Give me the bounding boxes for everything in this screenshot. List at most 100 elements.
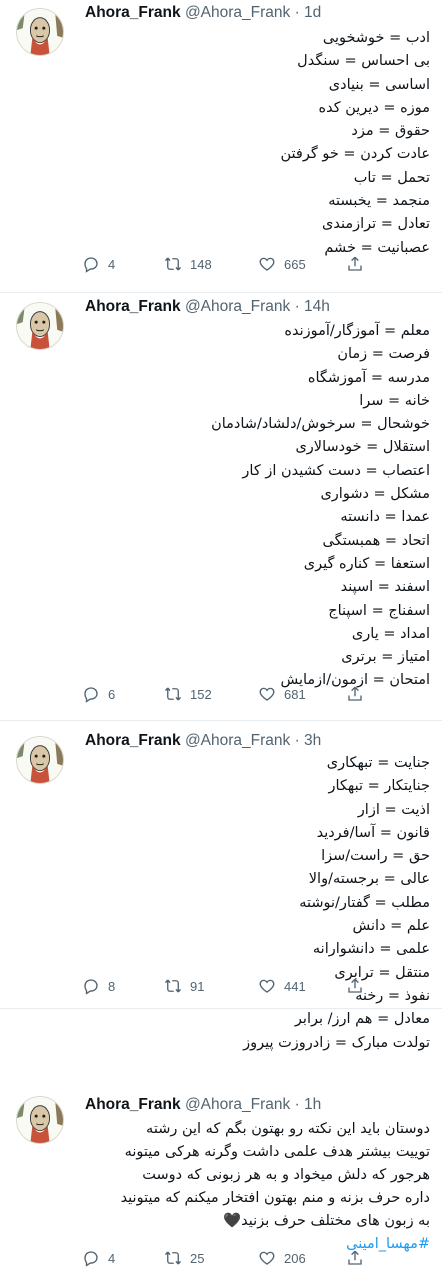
tweet-line: ادب = خوشخویی xyxy=(322,30,430,46)
tweet-actions: 4 148 665 xyxy=(82,253,382,275)
author-name[interactable]: Ahora_Frank xyxy=(85,298,181,315)
tweet-header: Ahora_Frank @Ahora_Frank · 3h xyxy=(85,730,432,752)
reply-count: 6 xyxy=(108,686,116,702)
retweet-count: 152 xyxy=(190,686,212,702)
reply-count: 8 xyxy=(108,978,116,994)
tweet-header: Ahora_Frank @Ahora_Frank · 14h xyxy=(85,296,432,318)
reply-icon xyxy=(84,1251,98,1267)
share-button[interactable] xyxy=(346,1247,372,1269)
retweet-button[interactable]: 148 xyxy=(164,253,212,275)
heart-icon xyxy=(259,979,275,993)
tweet-line: اساسی = بنیادی xyxy=(328,76,430,93)
tweet-line: جنایتکار = تبهکار xyxy=(328,778,431,795)
tweet-line: اتحاد = همبستگی xyxy=(322,532,430,549)
tweet-actions: 6 152 681 xyxy=(82,683,382,705)
avatar[interactable] xyxy=(16,736,64,784)
like-count: 665 xyxy=(284,256,306,272)
tweet-line: هرجور که دلش میخواد و به هر زبونی که دوس… xyxy=(142,1167,430,1183)
like-count: 206 xyxy=(284,1250,306,1266)
share-icon xyxy=(348,1250,362,1265)
tweet-line: خانه = سرا xyxy=(359,392,430,409)
tweet-line: اسفناج = اسپناج xyxy=(328,602,430,619)
share-icon xyxy=(348,686,362,701)
share-icon xyxy=(348,256,362,271)
retweet-icon xyxy=(164,257,182,271)
tweet-text: ادب = خوشخویی بی احساس = سنگدل اساسی = ب… xyxy=(85,27,430,260)
tweet-line: معادل = هم ارز/ برابر xyxy=(294,1011,430,1028)
tweet-actions: 4 25 206 xyxy=(82,1247,382,1269)
retweet-button[interactable]: 152 xyxy=(164,683,212,705)
reply-icon xyxy=(84,687,98,703)
author-name[interactable]: Ahora_Frank xyxy=(85,1096,181,1113)
tweet-line: به زبون های مختلف حرف بزنید🖤 xyxy=(223,1213,430,1229)
retweet-count: 148 xyxy=(190,256,212,272)
heart-icon xyxy=(259,1251,275,1265)
tweet-line: مشکل = دشواری xyxy=(320,486,430,503)
avatar-illustration-icon xyxy=(17,737,63,783)
share-button[interactable] xyxy=(346,683,372,705)
like-button[interactable]: 681 xyxy=(258,683,306,705)
tweet-line: جنایت = تبهکاری xyxy=(326,755,430,771)
tweet-line: اسفند = اسپند xyxy=(340,579,430,596)
tweet-line: بی احساس = سنگدل xyxy=(297,53,430,70)
tweet-line: مطلب = گفتار/نوشته xyxy=(299,894,430,911)
share-button[interactable] xyxy=(346,253,372,275)
tweet-line: استعفا = کناره گیری xyxy=(303,555,430,572)
reply-button[interactable]: 4 xyxy=(82,1247,115,1269)
tweet-line: استقلال = خودسالاری xyxy=(295,439,430,456)
tweet-2[interactable]: Ahora_Frank @Ahora_Frank · 14h معلم = آم… xyxy=(0,294,442,721)
tweet-line: امداد = یاری xyxy=(351,625,430,642)
avatar[interactable] xyxy=(16,1096,64,1144)
heart-icon xyxy=(259,687,275,701)
author-handle-time[interactable]: @Ahora_Frank · 14h xyxy=(185,298,330,315)
tweet-line: تحمل = تاب xyxy=(353,169,430,186)
tweet-line: مدرسه = آموزشگاه xyxy=(307,369,430,386)
tweet-text: جنایت = تبهکاری جنایتکار = تبهکار اذیت =… xyxy=(85,752,430,1055)
like-button[interactable]: 441 xyxy=(258,975,306,997)
reply-icon xyxy=(84,979,98,995)
tweet-line: خوشحال = سرخوش/دلشاد/شادمان xyxy=(211,416,430,433)
author-name[interactable]: Ahora_Frank xyxy=(85,4,181,21)
like-button[interactable]: 665 xyxy=(258,253,306,275)
tweet-line: اعتصاب = دست کشیدن از کار xyxy=(242,462,430,479)
reply-button[interactable]: 8 xyxy=(82,975,115,997)
tweet-line: توییت بیشتر هدف علمی داشت وگرنه هرکی میت… xyxy=(124,1144,430,1160)
author-handle-time[interactable]: @Ahora_Frank · 3h xyxy=(185,732,321,749)
retweet-button[interactable]: 25 xyxy=(164,1247,204,1269)
tweet-line: علمی = دانشوارانه xyxy=(312,941,430,958)
tweet-3[interactable]: Ahora_Frank @Ahora_Frank · 3h جنایت = تب… xyxy=(0,728,442,1051)
tweet-line: امتیاز = برتری xyxy=(341,649,430,666)
tweet-line: اذیت = ازار xyxy=(357,801,430,818)
tweet-line: دوستان باید این نکته رو بهتون بگم که این… xyxy=(146,1121,430,1137)
retweet-icon xyxy=(164,1251,182,1265)
avatar[interactable] xyxy=(16,8,64,56)
reply-button[interactable]: 6 xyxy=(82,683,115,705)
reply-icon xyxy=(84,257,98,273)
heart-icon xyxy=(259,257,275,271)
author-handle-time[interactable]: @Ahora_Frank · 1h xyxy=(185,1096,321,1113)
reply-count: 4 xyxy=(108,1250,116,1266)
reply-count: 4 xyxy=(108,256,116,272)
tweet-line: حقوق = مزد xyxy=(351,123,430,140)
retweet-icon xyxy=(164,687,182,701)
avatar-illustration-icon xyxy=(17,9,63,55)
tweet-line: تولدت مبارک = زادروزت پیروز xyxy=(243,1034,430,1051)
reply-button[interactable]: 4 xyxy=(82,253,115,275)
author-handle-time[interactable]: @Ahora_Frank · 1d xyxy=(185,4,321,21)
tweet-4[interactable]: Ahora_Frank @Ahora_Frank · 1h دوستان بای… xyxy=(0,1090,442,1280)
tweet-header: Ahora_Frank @Ahora_Frank · 1d xyxy=(85,2,432,24)
tweet-line: تعادل = ترازمندی xyxy=(322,216,430,233)
like-button[interactable]: 206 xyxy=(258,1247,306,1269)
avatar[interactable] xyxy=(16,302,64,350)
tweet-line: علم = دانش xyxy=(352,918,430,935)
tweet-1[interactable]: Ahora_Frank @Ahora_Frank · 1d ادب = خوشخ… xyxy=(0,0,442,293)
tweet-line: منجمد = یخبسته xyxy=(328,193,430,210)
tweet-line: فرصت = زمان xyxy=(337,346,430,363)
tweet-line: حق = راست/سزا xyxy=(321,848,430,865)
author-name[interactable]: Ahora_Frank xyxy=(85,732,181,749)
retweet-button[interactable]: 91 xyxy=(164,975,204,997)
retweet-icon xyxy=(164,979,182,993)
tweet-line: عادت کردن = خو گرفتن xyxy=(280,146,430,163)
like-count: 441 xyxy=(284,978,306,994)
share-button[interactable] xyxy=(346,975,372,997)
